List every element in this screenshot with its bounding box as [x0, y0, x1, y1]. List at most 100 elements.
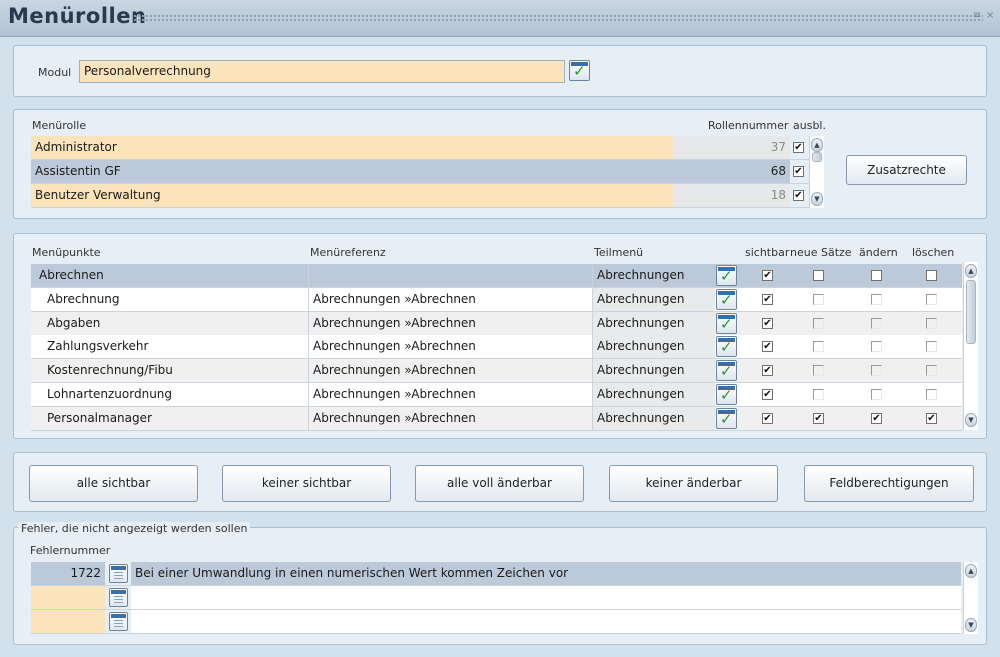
aendern-checkbox[interactable]	[871, 317, 882, 329]
feldberechtigungen-button[interactable]: Feldberechtigungen	[804, 465, 974, 502]
teilmenu-lookup-icon[interactable]: ✓	[716, 384, 737, 405]
loeschen-checkbox[interactable]	[926, 270, 937, 281]
menu-header-teilmenu: Teilmenü	[594, 246, 644, 259]
scroll-thumb[interactable]	[812, 152, 822, 162]
loeschen-checkbox[interactable]	[926, 341, 937, 353]
menu-header-referenz: Menüreferenz	[310, 246, 386, 259]
neue-saetze-checkbox[interactable]	[813, 389, 824, 400]
teilmenu-lookup-icon[interactable]: ✓	[716, 312, 737, 334]
menu-row[interactable]: Abrechnung Abrechnungen »Abrechnen Abrechn…	[31, 287, 962, 312]
role-row[interactable]: Administrator 37 ✔	[31, 136, 809, 160]
neue-saetze-checkbox[interactable]	[813, 365, 824, 377]
aendern-checkbox[interactable]	[871, 341, 882, 353]
aendern-checkbox[interactable]	[871, 365, 882, 377]
menu-row[interactable]: Zahlungsverkehr Abrechnungen »Abrechnen Ab…	[31, 335, 962, 360]
neue-saetze-checkbox[interactable]	[813, 270, 824, 281]
errors-scrollbar[interactable]: ▲ ▼	[963, 562, 978, 634]
neue-saetze-checkbox[interactable]: ✔	[813, 412, 824, 424]
alle-voll-aenderbar-button[interactable]: alle voll änderbar	[415, 465, 584, 502]
scroll-down-icon[interactable]: ▼	[965, 413, 977, 427]
restore-icon[interactable]: ≡	[973, 10, 981, 21]
menu-teilmenu: Abrechnungen	[593, 287, 715, 311]
sichtbar-checkbox[interactable]: ✔	[762, 389, 773, 400]
aendern-checkbox[interactable]	[871, 389, 882, 400]
menu-row[interactable]: Abrechnen Abrechnungen ✓ ✔	[31, 264, 962, 288]
scroll-up-icon[interactable]: ▲	[965, 264, 977, 278]
modul-field[interactable]: Personalverrechnung	[79, 60, 565, 83]
error-text	[131, 610, 961, 633]
teilmenu-lookup-icon[interactable]: ✓	[716, 265, 737, 286]
errors-panel: Fehler, die nicht angezeigt werden solle…	[13, 522, 987, 645]
sichtbar-checkbox[interactable]: ✔	[762, 317, 773, 329]
teilmenu-lookup-icon[interactable]: ✓	[716, 360, 737, 382]
scroll-down-icon[interactable]: ▼	[965, 618, 977, 632]
error-number: 1722	[31, 562, 105, 585]
teilmenu-lookup-icon[interactable]: ✓	[716, 288, 737, 310]
menu-punkt: Personalmanager	[31, 406, 309, 430]
sichtbar-checkbox[interactable]: ✔	[762, 365, 773, 377]
title-bar: Menürollen ≡ ×	[0, 0, 1000, 37]
roles-header-number: Rollennummer	[708, 119, 789, 132]
scroll-down-icon[interactable]: ▼	[811, 192, 823, 206]
error-detail-icon[interactable]	[109, 612, 128, 631]
error-row[interactable]: 1722 Bei einer Umwandlung in einen numer…	[31, 562, 961, 586]
zusatzrechte-button[interactable]: Zusatzrechte	[846, 155, 967, 185]
window-title: Menürollen	[8, 4, 147, 28]
role-hidden-checkbox[interactable]: ✔	[793, 190, 804, 201]
role-name: Administrator	[31, 136, 673, 159]
role-hidden-checkbox[interactable]: ✔	[793, 166, 804, 177]
role-name: Assistentin GF	[31, 160, 673, 183]
roles-scrollbar[interactable]: ▲ ▼	[809, 136, 824, 208]
menu-row[interactable]: Abgaben Abrechnungen »Abrechnen Abrechnung…	[31, 311, 962, 336]
loeschen-checkbox[interactable]	[926, 365, 937, 377]
error-number	[31, 586, 105, 609]
menu-row[interactable]: Lohnartenzuordnung Abrechnungen »Abrechne…	[31, 383, 962, 407]
aendern-checkbox[interactable]	[871, 270, 882, 281]
menu-scrollbar[interactable]: ▲ ▼	[963, 262, 978, 430]
sichtbar-checkbox[interactable]: ✔	[762, 270, 773, 281]
aendern-checkbox[interactable]	[871, 293, 882, 305]
menu-referenz: Abrechnungen »Abrechnen	[309, 406, 593, 430]
loeschen-checkbox[interactable]	[926, 317, 937, 329]
loeschen-checkbox[interactable]: ✔	[926, 412, 937, 424]
role-row[interactable]: Benutzer Verwaltung 18 ✔	[31, 184, 809, 208]
role-row[interactable]: Assistentin GF 68 ✔	[31, 160, 809, 184]
role-hidden-checkbox[interactable]: ✔	[793, 142, 804, 153]
scroll-up-icon[interactable]: ▲	[811, 138, 823, 152]
alle-sichtbar-button[interactable]: alle sichtbar	[29, 465, 198, 502]
actions-panel: alle sichtbar keiner sichtbar alle voll …	[13, 452, 987, 512]
menu-punkt: Kostenrechnung/Fibu	[31, 359, 309, 383]
menu-referenz: Abrechnungen »Abrechnen	[309, 287, 593, 311]
menu-teilmenu: Abrechnungen	[593, 383, 715, 406]
error-text	[131, 586, 961, 609]
neue-saetze-checkbox[interactable]	[813, 341, 824, 353]
menu-referenz: Abrechnungen »Abrechnen	[309, 383, 593, 406]
error-row[interactable]	[31, 586, 961, 610]
main-area: Modul Personalverrechnung ✓ Menürolle Ro…	[0, 37, 1000, 657]
scroll-thumb[interactable]	[966, 280, 976, 344]
close-icon[interactable]: ×	[986, 10, 994, 21]
errors-group-title: Fehler, die nicht angezeigt werden solle…	[18, 522, 251, 535]
roles-header-role: Menürolle	[32, 119, 87, 132]
sichtbar-checkbox[interactable]: ✔	[762, 412, 773, 424]
neue-saetze-checkbox[interactable]	[813, 317, 824, 329]
title-bar-grip	[133, 14, 983, 23]
error-detail-icon[interactable]	[109, 588, 128, 607]
teilmenu-lookup-icon[interactable]: ✓	[716, 336, 737, 358]
loeschen-checkbox[interactable]	[926, 293, 937, 305]
loeschen-checkbox[interactable]	[926, 389, 937, 400]
keiner-aenderbar-button[interactable]: keiner änderbar	[609, 465, 778, 502]
neue-saetze-checkbox[interactable]	[813, 293, 824, 305]
error-detail-icon[interactable]	[109, 564, 128, 583]
scroll-up-icon[interactable]: ▲	[965, 564, 977, 578]
sichtbar-checkbox[interactable]: ✔	[762, 341, 773, 353]
menu-row[interactable]: Personalmanager Abrechnungen »Abrechnen Ab…	[31, 406, 962, 431]
modul-lookup-icon[interactable]: ✓	[569, 60, 590, 81]
aendern-checkbox[interactable]: ✔	[871, 412, 882, 424]
keiner-sichtbar-button[interactable]: keiner sichtbar	[222, 465, 391, 502]
roles-header-hidden: ausbl.	[793, 119, 826, 132]
menu-row[interactable]: Kostenrechnung/Fibu Abrechnungen »Abrechn…	[31, 359, 962, 384]
error-row[interactable]	[31, 610, 961, 634]
teilmenu-lookup-icon[interactable]: ✓	[716, 407, 737, 429]
sichtbar-checkbox[interactable]: ✔	[762, 293, 773, 305]
